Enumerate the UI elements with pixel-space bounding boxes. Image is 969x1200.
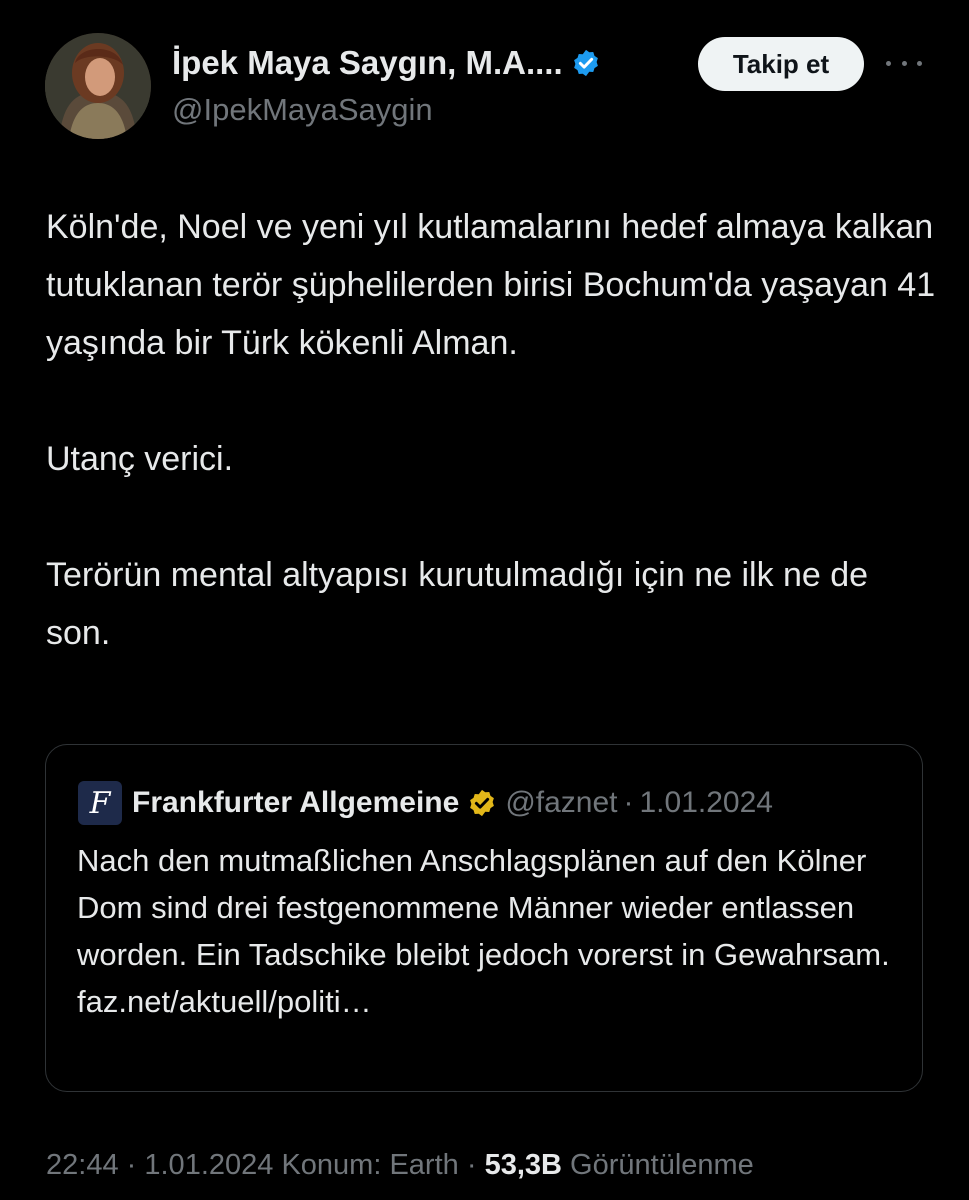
quoted-tweet-card[interactable]: F Frankfurter Allgemeine @faznet · 1.01.… [45,744,923,1092]
quoted-tweet-text: Nach den mutmaßlichen Anschlagsplänen au… [77,843,890,1019]
tweet-body: Köln'de, Noel ve yeni yıl kutlamalarını … [46,198,936,662]
views-count[interactable]: 53,3B [485,1149,562,1181]
separator-dot: · [126,1149,137,1181]
views-label: Görüntülenme [570,1149,754,1181]
tweet-time[interactable]: 22:44 [46,1149,119,1181]
tweet-meta: 22:44 · 1.01.2024 Konum: Earth · 53,3B G… [46,1149,754,1182]
tweet-header: İpek Maya Saygın, M.A.... @IpekMayaSaygi… [0,0,969,170]
quoted-author-name[interactable]: Frankfurter Allgemeine [132,786,459,820]
author-display-name[interactable]: İpek Maya Saygın, M.A.... [172,44,601,82]
dot [901,60,907,66]
author-handle[interactable]: @IpekMayaSaygin [172,92,433,128]
separator-dot: · [623,786,634,819]
verified-badge-icon [573,49,598,77]
follow-button[interactable]: Takip et [698,37,864,91]
dot [886,60,891,66]
quoted-author-handle[interactable]: @faznet [505,786,617,820]
separator-dot: · [466,1149,477,1181]
verified-org-badge-icon [470,789,495,817]
tweet-paragraph: Terörün mental altyapısı kurutulmadığı i… [46,556,869,652]
author-avatar[interactable] [45,33,151,139]
author-name-text: İpek Maya Saygın, M.A.... [172,44,563,81]
quoted-tweet-date[interactable]: 1.01.2024 [640,786,773,820]
quoted-tweet-header: F Frankfurter Allgemeine @faznet · 1.01.… [78,781,773,825]
avatar-image [45,33,151,139]
tweet-date[interactable]: 1.01.2024 [144,1149,273,1181]
faz-logo-icon: F [78,781,122,825]
tweet-location: Konum: Earth [281,1149,459,1181]
more-horizontal-icon[interactable] [886,48,922,78]
dot [917,60,922,66]
tweet-paragraph: Köln'de, Noel ve yeni yıl kutlamalarını … [46,208,936,362]
tweet-paragraph: Utanç verici. [46,440,234,478]
faz-logo-glyph: F [89,785,111,821]
